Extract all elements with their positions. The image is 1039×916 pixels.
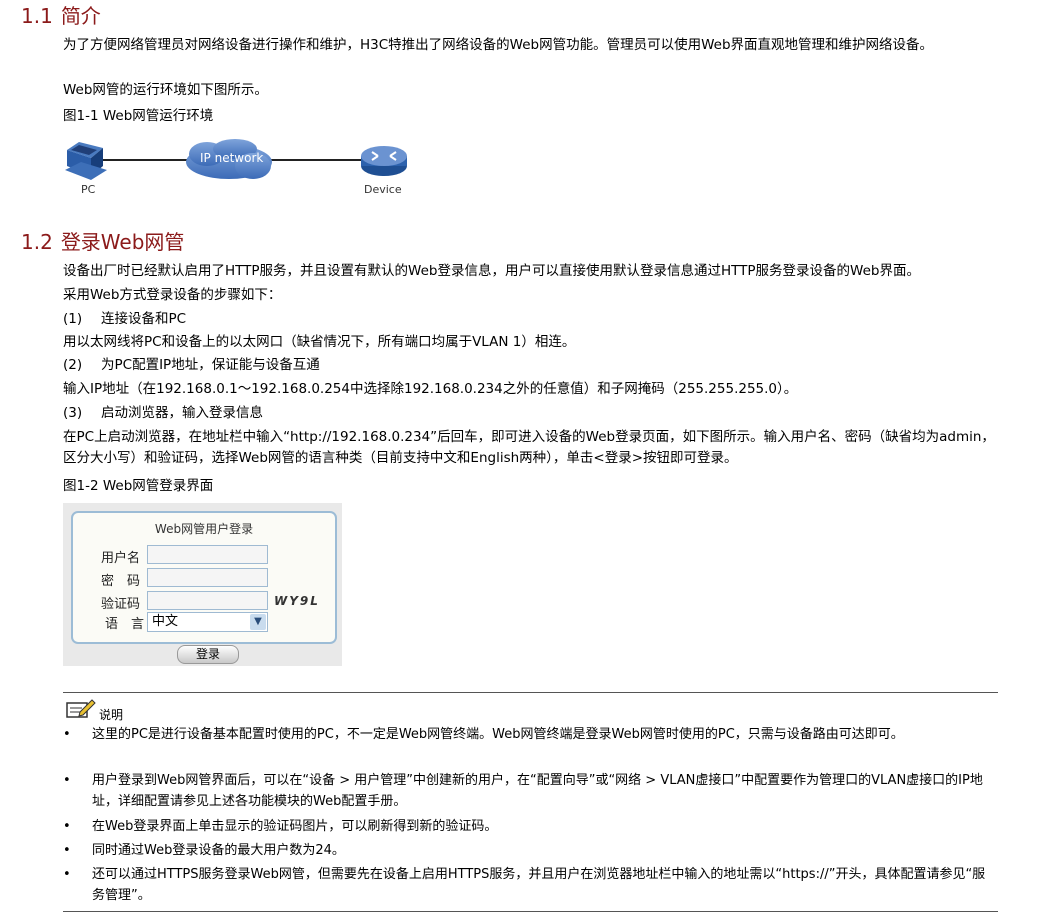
section-number: 1.1 (21, 4, 53, 28)
network-environment-figure: PC IP network Device (63, 134, 423, 200)
language-select[interactable]: 中文 ▼ (147, 612, 268, 632)
figure-caption-1-2: 图1-2 Web网管登录界面 (63, 478, 214, 494)
login-panel: Web网管用户登录 用户名 密 码 验证码 WY9L 语 言 中文 ▼ (71, 511, 337, 644)
section-heading-1-1: 1.1 简介 (21, 3, 101, 29)
language-label: 语 言 (105, 617, 145, 632)
note-bottom-rule (63, 911, 998, 912)
intro-paragraph: 为了方便网络管理员对网络设备进行操作和维护，H3C特推出了网络设备的Web网管功… (63, 37, 934, 53)
step-1-title: (1) 连接设备和PC (63, 311, 187, 327)
cloud-label: IP network (200, 151, 264, 165)
login-title: Web网管用户登录 (154, 522, 254, 536)
bullet: • (63, 727, 71, 742)
bullet: • (63, 843, 71, 858)
pc-icon (65, 142, 107, 180)
username-label: 用户名 (101, 551, 141, 566)
section-heading-1-2: 1.2 登录Web网管 (21, 229, 184, 255)
step-2-desc: 输入IP地址（在192.168.0.1～192.168.0.254中选择除192… (63, 381, 798, 397)
note-item: • 用户登录到Web网管界面后，可以在“设备 > 用户管理”中创建新的用户，在“配… (63, 770, 998, 812)
note-item: • 这里的PC是进行设备基本配置时使用的PC，不一定是Web网管终端。Web网管终… (63, 724, 998, 745)
section-title: 简介 (60, 4, 101, 28)
username-input[interactable] (147, 545, 268, 564)
step-3-title: (3) 启动浏览器，输入登录信息 (63, 405, 263, 421)
language-value: 中文 (152, 614, 179, 629)
network-link (103, 159, 191, 161)
chevron-down-icon[interactable]: ▼ (250, 614, 266, 630)
step-1-desc: 用以太网线将PC和设备上的以太网口（缺省情况下，所有端口均属于VLAN 1）相连… (63, 334, 576, 350)
login-paragraph: 设备出厂时已经默认启用了HTTP服务，并且设置有默认的Web登录信息，用户可以直… (63, 263, 920, 279)
note-item: • 在Web登录界面上单击显示的验证码图片，可以刷新得到新的验证码。 (63, 816, 998, 837)
steps-intro: 采用Web方式登录设备的步骤如下： (63, 287, 282, 303)
login-screenshot-figure: Web网管用户登录 用户名 密 码 验证码 WY9L 语 言 中文 ▼ 登录 (63, 503, 342, 666)
step-2-title: (2) 为PC配置IP地址，保证能与设备互通 (63, 357, 320, 373)
network-link (268, 159, 368, 161)
note-top-rule (63, 692, 998, 693)
section-title: 登录Web网管 (60, 230, 185, 254)
pc-label: PC (81, 183, 96, 196)
device-label: Device (364, 183, 402, 196)
note-title: 说明 (99, 708, 124, 722)
captcha-image[interactable]: WY9L (274, 594, 320, 608)
section-number: 1.2 (21, 230, 53, 254)
step-3-desc: 在PC上启动浏览器，在地址栏中输入“http://192.168.0.234”后… (63, 429, 995, 466)
router-icon (361, 146, 407, 176)
login-button[interactable]: 登录 (177, 645, 239, 664)
bullet: • (63, 819, 71, 834)
bullet: • (63, 867, 71, 882)
figure-caption-1-1: 图1-1 Web网管运行环境 (63, 108, 214, 124)
bullet: • (63, 773, 71, 788)
password-label: 密 码 (101, 574, 141, 589)
note-item: • 还可以通过HTTPS服务登录Web网管，但需要先在设备上启用HTTPS服务，并… (63, 864, 998, 906)
captcha-label: 验证码 (101, 597, 141, 612)
environment-paragraph: Web网管的运行环境如下图所示。 (63, 82, 268, 98)
captcha-input[interactable] (147, 591, 268, 610)
note-pencil-icon (66, 699, 96, 718)
note-header: 说明 (66, 698, 123, 723)
note-item: • 同时通过Web登录设备的最大用户数为24。 (63, 840, 998, 861)
password-input[interactable] (147, 568, 268, 587)
